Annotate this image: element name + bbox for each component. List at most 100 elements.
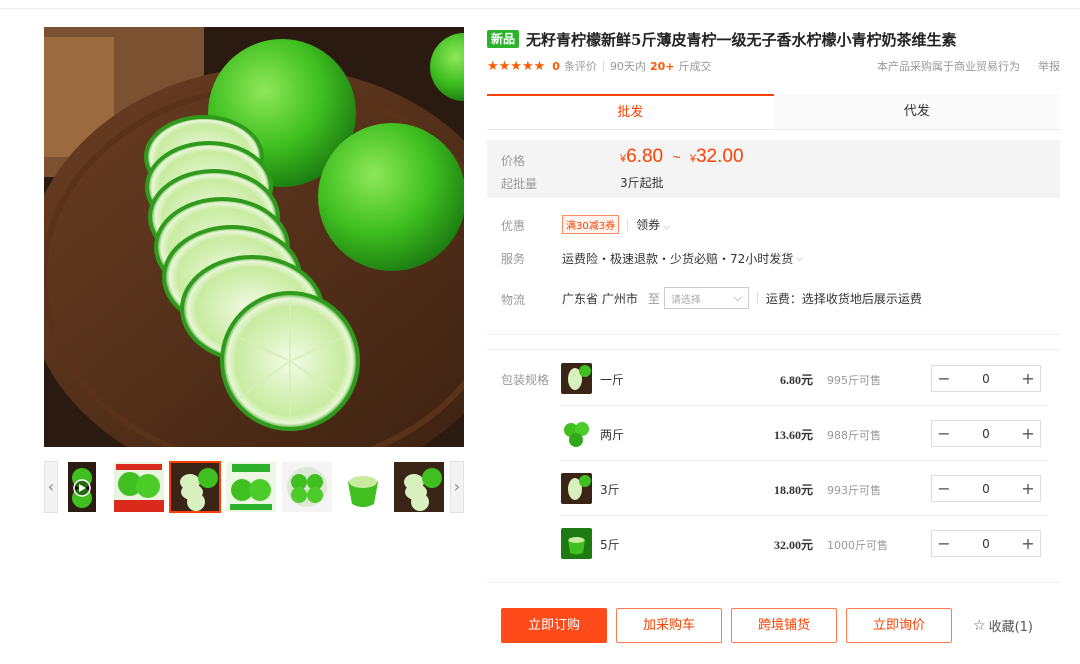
sku-name: 3斤 [600, 483, 620, 497]
price-tilde: ~ [672, 149, 681, 165]
top-divider [0, 8, 1080, 9]
favorite-label: 收藏(1) [988, 620, 1033, 635]
chevron-down-icon: ⌵ [733, 291, 742, 304]
price-range: ¥6.80 ~ ¥32.00 [620, 146, 744, 168]
order-now-button[interactable]: 立即订购 [501, 608, 607, 643]
chevron-left-icon[interactable]: ‹ [44, 461, 58, 513]
main-product-image[interactable] [44, 27, 464, 447]
sku-stock: 995斤可售 [827, 374, 881, 387]
sku-label: 包装规格 [501, 373, 550, 387]
action-bar: 立即订购 加采购车 跨境铺货 立即询价 ☆ 收藏(1) [501, 608, 1033, 643]
title-row: 新品 无籽青柠檬新鲜5斤薄皮青柠一级无子香水柠檬小青柠奶茶维生素 [487, 28, 956, 50]
sales-period: 90天内 [609, 60, 646, 73]
thumbnail-3[interactable] [226, 462, 276, 512]
meta-divider [602, 60, 604, 72]
inquiry-button[interactable]: 立即询价 [846, 608, 952, 643]
sku-row: 两斤 13.60元 988斤可售 − 0 + [561, 406, 1048, 461]
favorite-button[interactable]: ☆ 收藏(1) [973, 616, 1033, 636]
plus-icon[interactable]: + [1016, 534, 1040, 553]
sku-stock: 993斤可售 [827, 484, 881, 497]
discount-row: 满30减3券 领券 ⌵ [562, 215, 670, 234]
plus-icon[interactable]: + [1016, 369, 1040, 388]
play-icon [73, 479, 91, 497]
meta-row: ★★★★★ 0 条评价 90天内 20+ 斤成交 本产品采购属于商业贸易行为 举… [487, 58, 1060, 74]
plus-icon[interactable]: + [1016, 479, 1040, 498]
rating-stars-icon: ★★★★★ [487, 58, 546, 74]
quantity-input[interactable]: 0 [956, 482, 1016, 496]
get-coupon-label: 领券 [636, 218, 661, 232]
product-title: 无籽青柠檬新鲜5斤薄皮青柠一级无子香水柠檬小青柠奶茶维生素 [526, 30, 957, 49]
review-count[interactable]: 0 [552, 60, 560, 73]
sku-thumbnail[interactable] [561, 363, 592, 394]
sku-thumbnail[interactable] [561, 473, 592, 504]
sku-thumbnail[interactable] [561, 528, 592, 559]
sku-row: 5斤 32.00元 1000斤可售 − 0 + [561, 516, 1048, 571]
star-outline-icon: ☆ [973, 617, 986, 634]
quantity-input[interactable]: 0 [956, 537, 1016, 551]
purchase-note: 本产品采购属于商业贸易行为 [877, 60, 1020, 73]
chevron-down-icon: ⌵ [796, 253, 804, 264]
section-divider [487, 582, 1060, 583]
service-list: 运费险・极速退款・少货必赔・72小时发货 [562, 252, 794, 266]
sku-stock: 1000斤可售 [827, 539, 888, 552]
sku-row: 3斤 18.80元 993斤可售 − 0 + [561, 461, 1048, 516]
tab-dropship[interactable]: 代发 [773, 94, 1060, 129]
quantity-stepper: − 0 + [931, 530, 1041, 557]
quantity-input[interactable]: 0 [956, 372, 1016, 386]
sales-count: 20+ [649, 59, 675, 73]
new-badge: 新品 [487, 30, 520, 48]
minus-icon[interactable]: − [932, 534, 956, 553]
thumbnail-6[interactable] [394, 462, 444, 512]
thumbnail-2[interactable] [169, 461, 221, 513]
logistics-row: 广东省 广州市 至 请选择 ⌵ 运费：选择收货地后展示运费 [562, 287, 922, 309]
minus-icon[interactable]: − [932, 424, 956, 443]
sku-name: 一斤 [600, 373, 625, 387]
cross-border-button[interactable]: 跨境铺货 [731, 608, 837, 643]
thumbnail-video[interactable] [68, 462, 96, 512]
sku-price: 6.80元 [779, 373, 813, 387]
thumbnail-4[interactable] [282, 462, 332, 512]
coupon-badge[interactable]: 满30减3券 [562, 215, 620, 234]
price-label: 价格 [501, 154, 526, 168]
quantity-stepper: − 0 + [931, 365, 1041, 392]
to-label: 至 [647, 291, 660, 306]
service-label: 服务 [501, 252, 526, 266]
price-box: 价格 ¥6.80 ~ ¥32.00 起批量 3斤起批 [487, 140, 1060, 198]
quantity-stepper: − 0 + [931, 475, 1041, 502]
tab-wholesale[interactable]: 批发 [487, 94, 774, 129]
sku-price: 32.00元 [773, 538, 813, 552]
quantity-input[interactable]: 0 [956, 427, 1016, 441]
moq-value: 3斤起批 [620, 176, 664, 190]
origin-location: 广东省 广州市 [562, 291, 638, 306]
divider [756, 292, 758, 304]
section-divider [487, 334, 1060, 335]
logistics-label: 物流 [501, 293, 526, 307]
sku-price: 18.80元 [773, 483, 813, 497]
quantity-stepper: − 0 + [931, 420, 1041, 447]
chevron-right-icon[interactable]: › [450, 461, 464, 513]
sku-stock: 988斤可售 [827, 429, 881, 442]
report-link[interactable]: 举报 [1038, 58, 1060, 74]
add-to-cart-button[interactable]: 加采购车 [616, 608, 722, 643]
sku-thumbnail[interactable] [561, 418, 592, 449]
sku-name: 两斤 [600, 428, 625, 442]
mode-tabs: 批发 代发 [487, 94, 1060, 130]
sku-price: 13.60元 [773, 428, 813, 442]
freight-note: 运费：选择收货地后展示运费 [765, 291, 922, 306]
sku-row: 一斤 6.80元 995斤可售 − 0 + [561, 351, 1048, 406]
minus-icon[interactable]: − [932, 369, 956, 388]
get-coupon-link[interactable]: 领券 ⌵ [636, 216, 670, 233]
thumbnail-1[interactable] [114, 462, 164, 512]
minus-icon[interactable]: − [932, 479, 956, 498]
destination-select[interactable]: 请选择 ⌵ [663, 287, 749, 309]
moq-label: 起批量 [501, 177, 538, 191]
thumbnail-5[interactable] [338, 462, 388, 512]
divider [627, 218, 629, 231]
sales-suffix: 斤成交 [678, 60, 712, 73]
plus-icon[interactable]: + [1016, 424, 1040, 443]
chevron-down-icon: ⌵ [663, 222, 670, 232]
price-high: 32.00 [695, 146, 744, 167]
service-row[interactable]: 运费险・极速退款・少货必赔・72小时发货 ⌵ [562, 250, 803, 267]
discount-label: 优惠 [501, 219, 526, 233]
thumbnail-strip: ‹ › [44, 461, 464, 513]
